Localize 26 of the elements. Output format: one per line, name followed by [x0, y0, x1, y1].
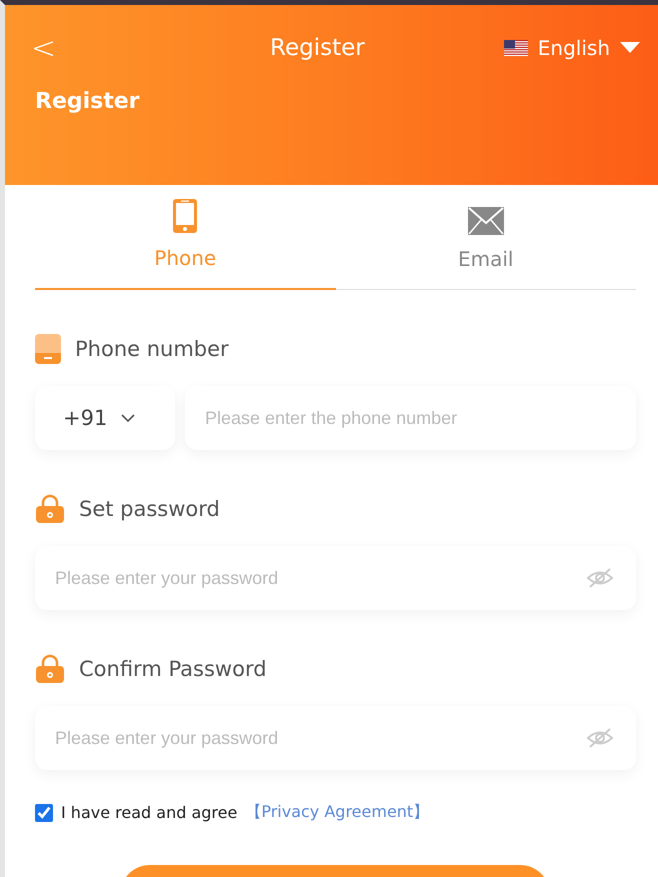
field-label: Phone number: [75, 337, 229, 361]
section-heading: Register: [35, 89, 141, 114]
flag-icon: [504, 40, 528, 56]
privacy-agreement-link[interactable]: 【Privacy Agreement】: [245, 802, 430, 823]
back-button[interactable]: <: [31, 30, 91, 66]
agreement-text: I have read and agree: [61, 803, 238, 822]
phone-input-field[interactable]: Please enter the phone number: [185, 386, 636, 450]
field-label: Set password: [79, 497, 220, 521]
lock-icon: [35, 654, 65, 684]
field-label: Confirm Password: [79, 657, 267, 681]
country-code-select[interactable]: +91: [35, 386, 175, 450]
tab[interactable]: Phone: [35, 185, 336, 290]
tab[interactable]: Email: [336, 185, 636, 290]
agree-checkbox[interactable]: [35, 804, 53, 822]
dropdown-icon: [620, 42, 640, 54]
lock-icon: [35, 494, 65, 524]
password-input-field[interactable]: Please enter your password: [35, 546, 636, 610]
envelope-icon: [468, 207, 504, 235]
phone-icon: [172, 198, 198, 234]
page-title: Register: [269, 35, 366, 61]
eye-hidden-icon[interactable]: [586, 567, 614, 589]
chevron-down-icon: [121, 414, 136, 422]
device-icon: [35, 334, 61, 364]
language-selector[interactable]: English: [504, 36, 640, 60]
eye-hidden-icon[interactable]: [586, 727, 614, 749]
password-input-field[interactable]: Please enter your password: [35, 706, 636, 770]
